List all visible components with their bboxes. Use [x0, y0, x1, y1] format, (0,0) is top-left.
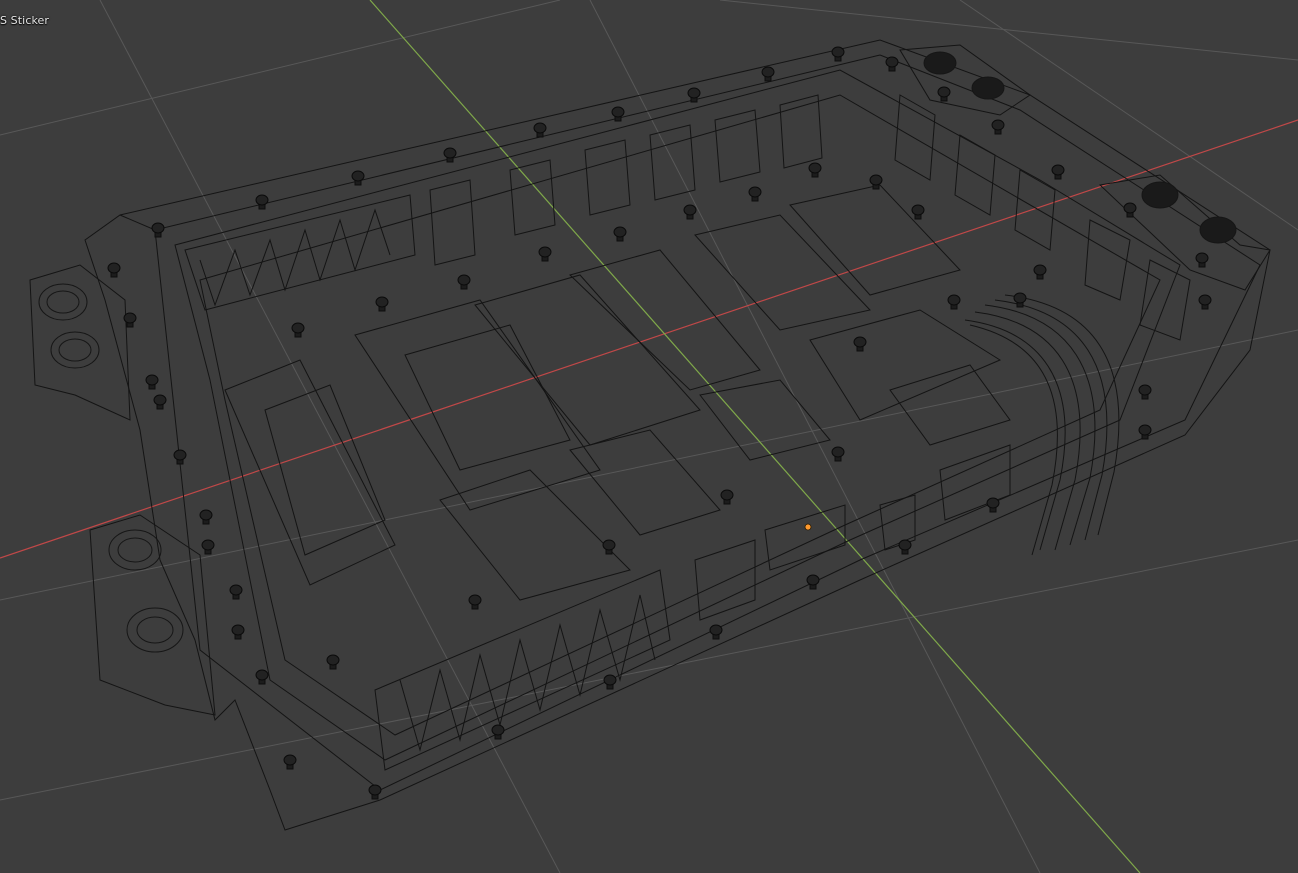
screw-icon: [1033, 264, 1047, 280]
screw-icon: [1051, 164, 1065, 180]
screw-icon: [1013, 292, 1027, 308]
screw-icon: [375, 296, 389, 312]
screw-icon: [538, 246, 552, 262]
screw-icon: [107, 262, 121, 278]
screw-icon: [991, 119, 1005, 135]
screw-icon: [1138, 384, 1152, 400]
screw-icon: [468, 594, 482, 610]
screw-icon: [1123, 202, 1137, 218]
screw-icon: [806, 574, 820, 590]
screw-icon: [911, 204, 925, 220]
screw-icon: [291, 322, 305, 338]
screw-icon: [173, 449, 187, 465]
screw-icon: [687, 87, 701, 103]
screw-icon: [533, 122, 547, 138]
screw-icon: [153, 394, 167, 410]
screw-icon: [986, 497, 1000, 513]
screw-icon: [326, 654, 340, 670]
screw-icon: [947, 294, 961, 310]
screw-icon: [145, 374, 159, 390]
screw-icon: [831, 46, 845, 62]
screw-icon: [613, 226, 627, 242]
screw-icon: [1198, 294, 1212, 310]
screw-icon: [808, 162, 822, 178]
screw-icon: [491, 724, 505, 740]
floor-grid: [0, 0, 1298, 873]
screw-icon: [229, 584, 243, 600]
screw-icon: [255, 194, 269, 210]
screw-icon: [709, 624, 723, 640]
object-origin-icon[interactable]: [804, 523, 812, 531]
screw-icon: [1195, 252, 1209, 268]
screw-icon: [720, 489, 734, 505]
screw-icon: [351, 170, 365, 186]
screw-icon: [602, 539, 616, 555]
enclosure-wireframe: [29, 39, 1271, 831]
screw-icon: [368, 784, 382, 800]
screw-icon: [831, 446, 845, 462]
screw-icon: [457, 274, 471, 290]
screw-icon: [255, 669, 269, 685]
x-axis-line: [0, 119, 1298, 559]
viewport-scene: [0, 0, 1298, 873]
screw-icon: [937, 86, 951, 102]
screw-icon: [885, 56, 899, 72]
screw-icon: [683, 204, 697, 220]
screw-icon: [283, 754, 297, 770]
screw-icon: [761, 66, 775, 82]
active-object-label: S Sticker: [0, 14, 50, 27]
screw-icon: [199, 509, 213, 525]
screw-icon: [231, 624, 245, 640]
screw-icon: [853, 336, 867, 352]
screw-icon: [898, 539, 912, 555]
screw-icon: [151, 222, 165, 238]
screw-icon: [1138, 424, 1152, 440]
screw-icon: [748, 186, 762, 202]
screw-icon: [603, 674, 617, 690]
screw-icon: [201, 539, 215, 555]
3d-viewport[interactable]: S Sticker: [0, 0, 1298, 873]
